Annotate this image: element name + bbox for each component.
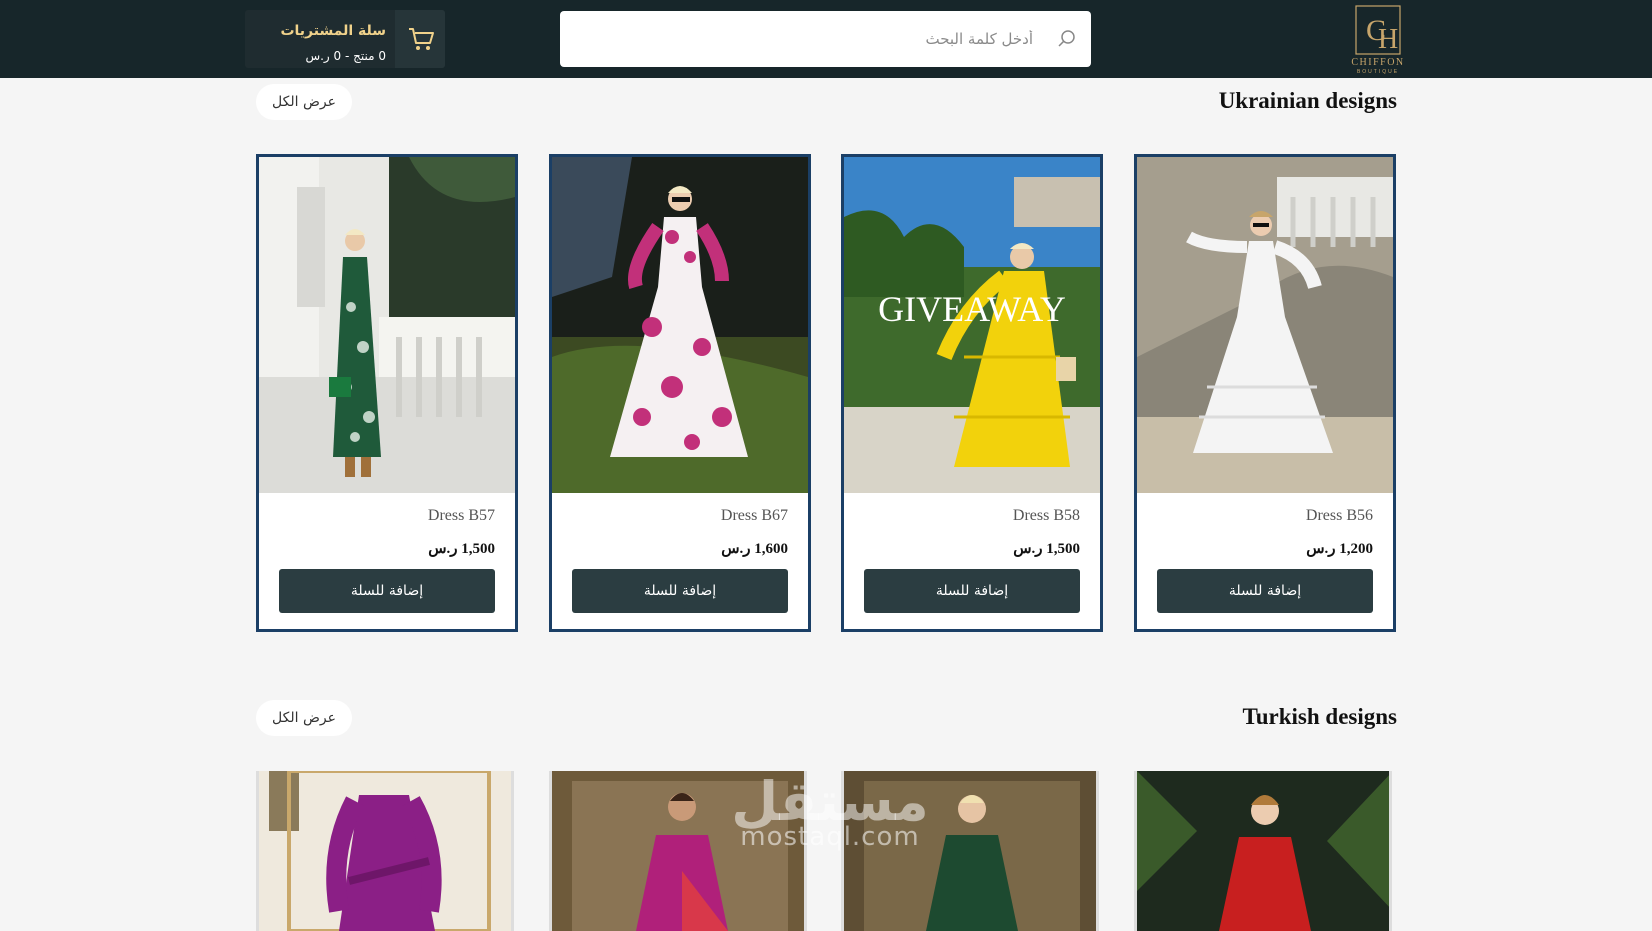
product-image[interactable] — [259, 771, 514, 931]
section-title-turkish: Turkish designs — [1242, 704, 1398, 729]
product-card[interactable]: Dress B57 1,500 ر.س إضافة للسلة — [256, 154, 518, 632]
cart-summary: 0 منتج - 0 ر.س — [305, 49, 386, 63]
cart-widget[interactable]: سلة المشتريات 0 منتج - 0 ر.س — [245, 10, 445, 68]
search-icon[interactable] — [1057, 29, 1077, 49]
view-all-button[interactable]: عرض الكل — [256, 700, 352, 736]
product-card[interactable]: Dress B67 1,600 ر.س إضافة للسلة — [549, 154, 811, 632]
product-price: 1,500 ر.س — [428, 541, 495, 557]
search-input[interactable] — [560, 11, 1091, 67]
view-all-button[interactable]: عرض الكل — [256, 84, 352, 120]
product-card[interactable] — [256, 771, 514, 931]
svg-text:H: H — [1378, 24, 1398, 55]
watermark-latin: mostaql.com — [740, 822, 920, 852]
logo-text: CHIFFON — [1351, 57, 1405, 68]
product-name[interactable]: Dress B57 — [428, 507, 495, 525]
product-name[interactable]: Dress B67 — [721, 507, 788, 525]
logo-subtitle: BOUTIQUE — [1356, 69, 1400, 75]
add-to-cart-button[interactable]: إضافة للسلة — [1157, 569, 1373, 613]
shopping-cart-icon[interactable] — [407, 26, 435, 52]
product-name[interactable]: Dress B56 — [1306, 507, 1373, 525]
site-header: C H CHIFFON BOUTIQUE سلة المشتريات 0 منت… — [0, 0, 1652, 78]
product-price: 1,200 ر.س — [1306, 541, 1373, 557]
cart-title: سلة المشتريات — [280, 23, 386, 39]
search-bar — [560, 11, 1091, 67]
giveaway-overlay-text: GIVEAWAY — [878, 289, 1066, 329]
add-to-cart-button[interactable]: إضافة للسلة — [864, 569, 1080, 613]
product-card[interactable] — [1134, 771, 1392, 931]
product-price: 1,600 ر.س — [721, 541, 788, 557]
product-price: 1,500 ر.س — [1013, 541, 1080, 557]
product-name[interactable]: Dress B58 — [1013, 507, 1080, 525]
cart-icon-box[interactable] — [395, 10, 445, 68]
product-card[interactable]: GIVEAWAY Dress B58 1,500 ر.س إضافة للسلة — [841, 154, 1103, 632]
product-image[interactable] — [259, 157, 515, 493]
product-image[interactable] — [1137, 771, 1392, 931]
product-image[interactable]: GIVEAWAY — [844, 157, 1100, 493]
add-to-cart-button[interactable]: إضافة للسلة — [279, 569, 495, 613]
product-card[interactable]: Dress B56 1,200 ر.س إضافة للسلة — [1134, 154, 1396, 632]
add-to-cart-button[interactable]: إضافة للسلة — [572, 569, 788, 613]
product-image[interactable] — [552, 157, 808, 493]
section-title-ukrainian: Ukrainian designs — [1218, 88, 1397, 113]
product-image[interactable] — [1137, 157, 1393, 493]
